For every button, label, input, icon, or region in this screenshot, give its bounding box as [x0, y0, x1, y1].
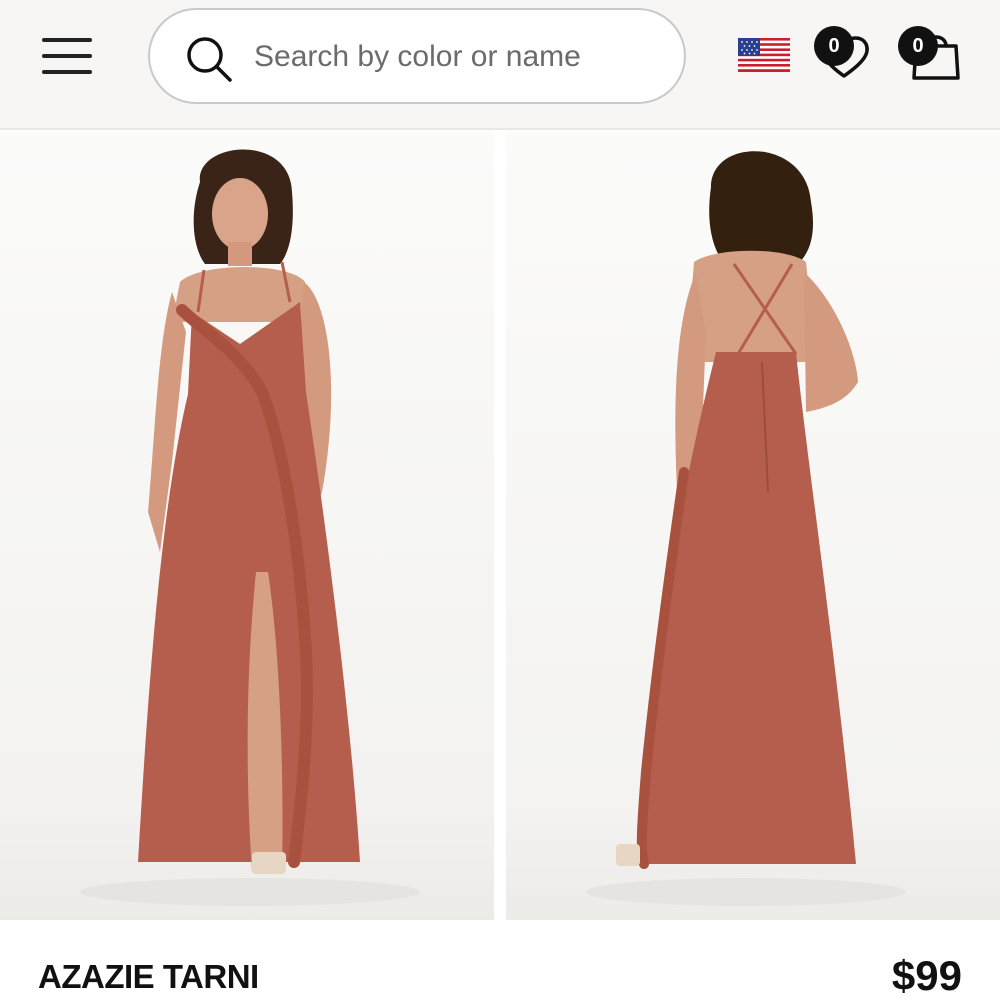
dress-back-illustration: [586, 151, 906, 906]
product-gallery: [0, 132, 1000, 920]
top-header: 0 0: [0, 0, 1000, 130]
search-bar[interactable]: [148, 8, 686, 104]
hamburger-menu-icon: [42, 38, 92, 42]
product-price: $99: [891, 952, 962, 999]
product-name[interactable]: AZAZIE TARNI: [38, 958, 259, 996]
wishlist-count-badge: 0: [814, 26, 854, 66]
product-image-back[interactable]: [506, 132, 1000, 920]
wishlist-button[interactable]: 0: [810, 22, 876, 82]
menu-button[interactable]: [42, 36, 94, 78]
us-flag-icon[interactable]: [738, 38, 790, 72]
dress-front-illustration: [80, 149, 420, 906]
search-icon[interactable]: [184, 34, 234, 84]
product-image-front[interactable]: [0, 132, 494, 920]
cart-button[interactable]: 0: [894, 22, 962, 82]
search-input[interactable]: [254, 32, 664, 82]
cart-count-badge: 0: [898, 26, 938, 66]
